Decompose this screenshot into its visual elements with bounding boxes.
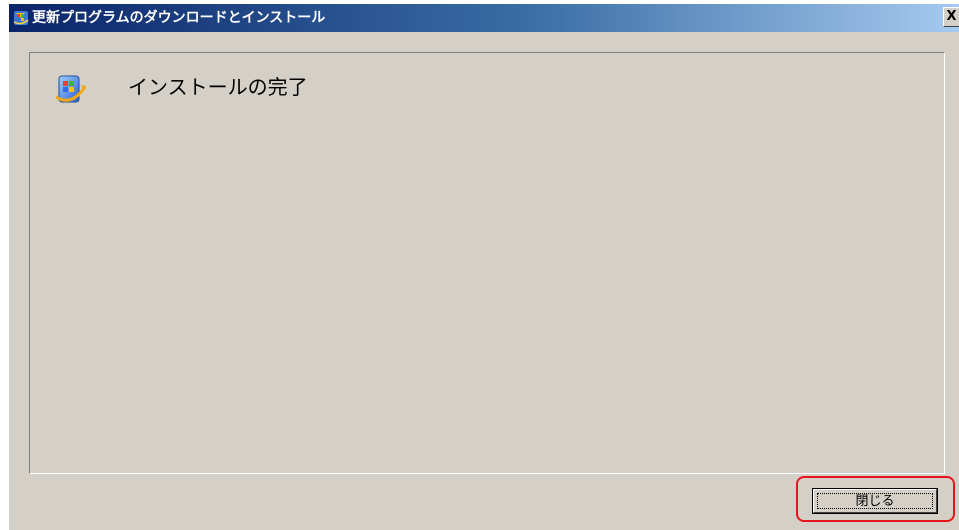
update-dialog-window: 更新プログラムのダウンロードとインストール X インストールの完了 閉じる [8, 3, 959, 530]
title-bar[interactable]: 更新プログラムのダウンロードとインストール X [9, 4, 959, 32]
close-button-highlight [796, 476, 955, 522]
content-panel: インストールの完了 [29, 52, 945, 474]
windows-update-icon [54, 73, 88, 107]
windows-update-icon [13, 10, 29, 26]
close-icon: X [946, 9, 957, 24]
window-close-button[interactable]: X [943, 7, 959, 27]
install-complete-heading: インストールの完了 [128, 75, 308, 99]
window-title: 更新プログラムのダウンロードとインストール [32, 10, 326, 26]
